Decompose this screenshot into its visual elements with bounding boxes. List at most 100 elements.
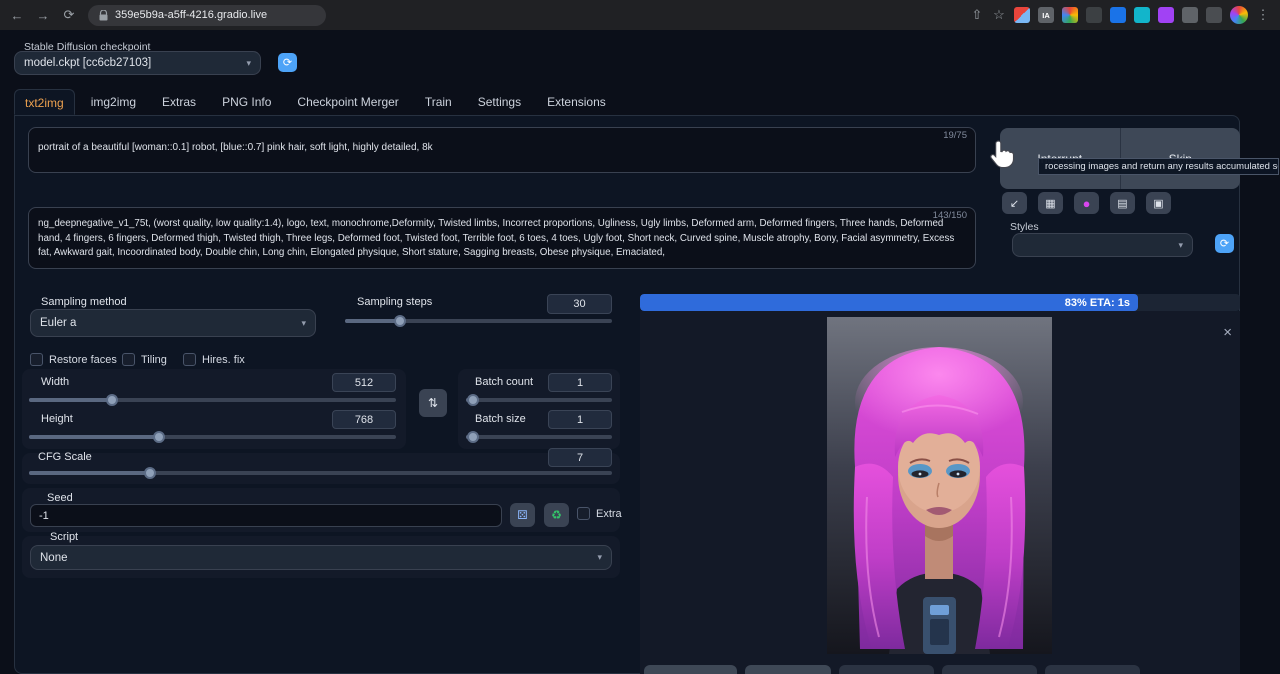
checkbox-box[interactable] [122,353,135,366]
checkbox-box[interactable] [183,353,196,366]
gallery-action-button[interactable] [1045,665,1140,674]
seed-input[interactable] [30,504,502,527]
negative-prompt-input[interactable]: ng_deepnegative_v1_75t, (worst quality, … [28,207,976,269]
checkpoint-refresh-button[interactable]: ⟳ [278,53,297,72]
forward-icon[interactable]: → [36,8,50,23]
tab-img2img[interactable]: img2img [81,89,146,115]
script-value: None [40,552,68,564]
extra-networks-button[interactable]: ● [1074,192,1099,214]
ext-blue-icon[interactable] [1110,7,1126,23]
checkpoint-value: model.ckpt [cc6cb27103] [24,57,151,69]
batch-size-value[interactable]: 1 [548,410,612,429]
script-dropdown[interactable]: None ▾ [30,545,612,570]
tab-extensions[interactable]: Extensions [537,89,616,115]
checkpoint-dropdown[interactable]: model.ckpt [cc6cb27103] ▾ [14,51,261,75]
extensions-puzzle-icon[interactable] [1182,7,1198,23]
save-style-button[interactable]: ▣ [1146,192,1171,214]
slider-fill [29,398,112,402]
tiling-checkbox[interactable]: Tiling [122,353,167,366]
ext-purple-icon[interactable] [1158,7,1174,23]
tab-png-info[interactable]: PNG Info [212,89,281,115]
height-value[interactable]: 768 [332,410,396,429]
negative-prompt-box: ng_deepnegative_v1_75t, (worst quality, … [28,207,976,269]
checkbox-box[interactable] [30,353,43,366]
checkbox-label: Extra [596,508,622,520]
paste-params-button[interactable]: ↙ [1002,192,1027,214]
ext-teal-icon[interactable] [1134,7,1150,23]
lock-icon [99,10,108,21]
gallery-action-button[interactable] [942,665,1037,674]
tab-txt2img[interactable]: txt2img [14,89,75,115]
sampling-method-label: Sampling method [41,296,127,308]
ext-redblue-icon[interactable] [1014,7,1030,23]
gallery-action-button[interactable] [745,665,831,674]
cfg-scale-label: CFG Scale [38,451,92,463]
extra-seed-checkbox[interactable]: Extra [577,507,622,520]
close-preview-icon[interactable]: × [1223,324,1232,341]
slider-thumb[interactable] [106,394,118,406]
gallery-action-button[interactable] [644,665,737,674]
tab-settings[interactable]: Settings [468,89,531,115]
prompt-box: portrait of a beautiful [woman::0.1] rob… [28,127,976,173]
cfg-scale-slider[interactable] [29,471,612,475]
cfg-scale-value[interactable]: 7 [548,448,612,467]
sampling-method-dropdown[interactable]: Euler a ▾ [30,309,316,337]
slider-thumb[interactable] [394,315,406,327]
clipboard-icon: ▤ [1117,197,1127,210]
batch-count-label: Batch count [475,376,533,388]
refresh-icon: ⟳ [1220,237,1229,250]
chevron-down-icon: ▾ [597,552,602,563]
width-slider[interactable] [29,398,396,402]
batch-count-value[interactable]: 1 [548,373,612,392]
slider-fill [29,435,159,439]
generated-image[interactable] [827,317,1052,654]
tab-train[interactable]: Train [415,89,462,115]
ext-ia-icon[interactable]: IA [1038,7,1054,23]
profile-avatar[interactable] [1230,6,1248,24]
clear-prompt-button[interactable]: ▦ [1038,192,1063,214]
sidebar-panel-icon[interactable] [1206,7,1222,23]
height-slider[interactable] [29,435,396,439]
styles-refresh-button[interactable]: ⟳ [1215,234,1234,253]
random-seed-button[interactable]: ⚄ [510,503,535,527]
ext-colorful-icon[interactable] [1062,7,1078,23]
browser-menu-icon[interactable]: ⋮ [1256,7,1270,23]
slider-thumb[interactable] [144,467,156,479]
apply-style-button[interactable]: ▤ [1110,192,1135,214]
paste-icon: ↙ [1010,197,1019,210]
tab-extras[interactable]: Extras [152,89,206,115]
back-icon[interactable]: ← [10,8,24,23]
bookmark-star-icon[interactable]: ☆ [992,7,1006,23]
chevron-down-icon: ▾ [301,318,306,329]
dice-icon: ⚄ [517,508,527,522]
ext-monitor-icon[interactable] [1086,7,1102,23]
height-label: Height [41,413,73,425]
sampling-steps-slider[interactable] [345,319,612,323]
chevron-down-icon: ▾ [246,58,251,69]
hires-fix-checkbox[interactable]: Hires. fix [183,353,245,366]
slider-thumb[interactable] [153,431,165,443]
width-value[interactable]: 512 [332,373,396,392]
swap-dimensions-button[interactable]: ⇅ [419,389,447,417]
seed-label: Seed [47,492,73,504]
restore-faces-checkbox[interactable]: Restore faces [30,353,117,366]
reload-icon[interactable]: ⟳ [62,7,76,23]
sampling-steps-value[interactable]: 30 [547,294,612,314]
tab-checkpoint-merger[interactable]: Checkpoint Merger [287,89,408,115]
styles-dropdown[interactable]: ▾ [1012,233,1193,257]
address-bar[interactable]: 359e5b9a-a5ff-4216.gradio.live [88,5,326,26]
checkbox-label: Restore faces [49,354,117,366]
slider-thumb[interactable] [467,431,479,443]
sampling-method-value: Euler a [40,317,76,329]
sampling-steps-label: Sampling steps [357,296,432,308]
batch-size-slider[interactable] [466,435,612,439]
reuse-seed-button[interactable]: ♻ [544,503,569,527]
progress-text: 83% ETA: 1s [1065,297,1130,309]
gallery-action-button[interactable] [839,665,934,674]
share-icon[interactable]: ⇧ [970,7,984,23]
prompt-input[interactable]: portrait of a beautiful [woman::0.1] rob… [28,127,976,173]
batch-count-slider[interactable] [466,398,612,402]
slider-thumb[interactable] [467,394,479,406]
checkbox-box[interactable] [577,507,590,520]
checkbox-label: Hires. fix [202,354,245,366]
